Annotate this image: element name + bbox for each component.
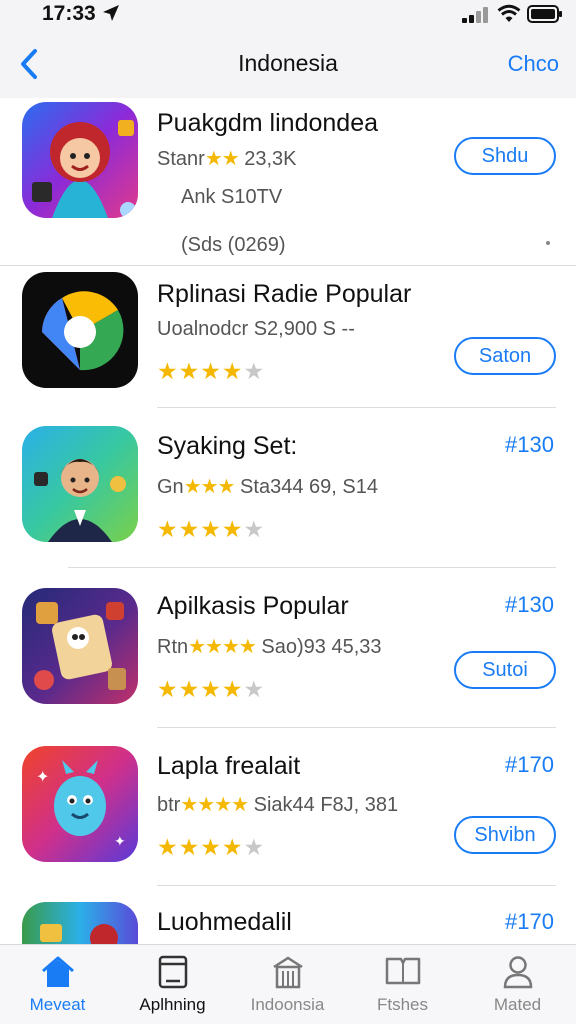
tablet-icon — [158, 955, 187, 989]
app-name: Puakgdm lindondea — [157, 109, 378, 137]
app-subtitle-suffix: Sta344 69, S14 — [240, 476, 378, 498]
app-extra-line: Ank S10TV — [181, 186, 283, 208]
divider — [157, 885, 556, 886]
price-button[interactable]: #170 — [505, 752, 554, 778]
app-icon-person — [22, 426, 138, 542]
tab-label: Aplhning — [139, 995, 206, 1014]
tab-label: Indoonsia — [250, 995, 325, 1014]
app-subtitle: Uoalnodcr S2,900 S -- — [157, 318, 355, 340]
star-rating: ★★★★★ — [157, 516, 266, 542]
nav-action-button[interactable]: Chco — [508, 51, 559, 77]
navigation-bar: Indonesia Chco — [0, 34, 576, 98]
app-extra-line: (Sds (0269) — [181, 234, 286, 256]
app-icon-browser — [22, 272, 138, 388]
star-icon: ★★★★ — [188, 636, 257, 658]
tab-bar: Meveat Aplhning Indoonsia Ftshes Mated — [0, 944, 576, 1024]
price-button[interactable]: #130 — [505, 592, 554, 618]
app-list: Puakgdm lindondea Stanr★★ 23,3K Ank S10T… — [0, 98, 576, 944]
star-icon: ★★ — [204, 148, 240, 170]
svg-text:✦: ✦ — [36, 767, 49, 786]
home-icon — [41, 956, 74, 987]
app-subtitle-prefix: Stanr — [157, 148, 205, 170]
battery-icon — [527, 5, 562, 23]
building-icon — [272, 956, 303, 989]
app-icon-game — [22, 588, 138, 704]
get-button[interactable]: Shdu — [454, 137, 556, 175]
divider — [157, 407, 556, 408]
app-icon-character — [22, 102, 138, 218]
app-subtitle-prefix: btr — [157, 794, 181, 816]
app-subtitle: Gn★★★ Sta344 69, S14 — [157, 474, 378, 499]
list-item[interactable]: Syaking Set: Gn★★★ Sta344 69, S14 #130 — [0, 410, 576, 570]
tab-label: Mated — [493, 995, 542, 1014]
tab-profile[interactable]: Mated — [460, 945, 575, 1024]
app-subtitle: Stanr★★ 23,3K — [157, 146, 297, 171]
tab-label: Ftshes — [376, 995, 429, 1014]
get-button[interactable]: Shvibn — [454, 816, 556, 854]
app-name: Rplinasi Radie Popular — [157, 280, 412, 308]
star-rating: ★★★★★ — [157, 358, 266, 384]
app-subtitle-suffix: 23,3K — [244, 148, 297, 170]
list-item[interactable]: Rplinasi Radie Popular Uoalnodcr S2,900 … — [0, 268, 576, 410]
star-rating: ★★★★★ — [157, 834, 266, 860]
location-arrow-icon — [103, 5, 119, 21]
star-icon: ★★★ — [183, 476, 236, 498]
svg-text:✦: ✦ — [114, 834, 126, 850]
app-subtitle-suffix: Siak44 F8J, 381 — [253, 794, 399, 816]
app-icon-partial — [22, 902, 138, 944]
app-name: Lapla frealait — [157, 752, 301, 780]
price-button[interactable]: #170 — [505, 909, 554, 935]
list-item[interactable]: Puakgdm lindondea Stanr★★ 23,3K Ank S10T… — [0, 98, 576, 268]
list-item[interactable]: ✦ ✦ Lapla frealait btr★★★★ Siak44 F8J, 3… — [0, 730, 576, 888]
tab-home[interactable]: Meveat — [0, 945, 115, 1024]
tab-indonesia[interactable]: Indoonsia — [230, 945, 345, 1024]
app-name: Syaking Set: — [157, 432, 298, 460]
star-rating: ★★★★★ — [157, 676, 266, 702]
list-item[interactable]: Apilkasis Popular Rtn★★★★ Sao)93 45,33 ★… — [0, 570, 576, 730]
more-dot — [546, 241, 550, 245]
cellular-signal-icon — [462, 7, 488, 23]
price-button[interactable]: #130 — [505, 432, 554, 458]
wifi-icon — [497, 4, 521, 22]
status-bar: 17:33 — [0, 0, 576, 34]
app-icon-mascot: ✦ ✦ — [22, 746, 138, 862]
person-icon — [503, 956, 532, 989]
divider — [68, 567, 556, 568]
star-icon: ★★★★ — [180, 794, 249, 816]
app-subtitle-suffix: Sao)93 45,33 — [261, 636, 382, 658]
page-title: Indonesia — [238, 50, 338, 76]
app-name: Apilkasis Popular — [157, 592, 349, 620]
app-subtitle-prefix: Gn — [157, 476, 184, 498]
app-subtitle: btr★★★★ Siak44 F8J, 381 — [157, 792, 398, 817]
status-time: 17:33 — [42, 2, 96, 25]
get-button[interactable]: Sutoi — [454, 651, 556, 689]
divider — [0, 265, 576, 266]
tab-apps[interactable]: Aplhning — [115, 945, 230, 1024]
divider — [157, 727, 556, 728]
tab-label: Meveat — [29, 995, 86, 1014]
tab-books[interactable]: Ftshes — [345, 945, 460, 1024]
app-subtitle: Rtn★★★★ Sao)93 45,33 — [157, 634, 382, 659]
app-name: Luohmedalil — [157, 908, 292, 936]
book-icon — [385, 957, 420, 985]
list-item[interactable]: Luohmedalil #170 — [0, 888, 576, 944]
app-subtitle-prefix: Rtn — [157, 636, 189, 658]
get-button[interactable]: Saton — [454, 337, 556, 375]
